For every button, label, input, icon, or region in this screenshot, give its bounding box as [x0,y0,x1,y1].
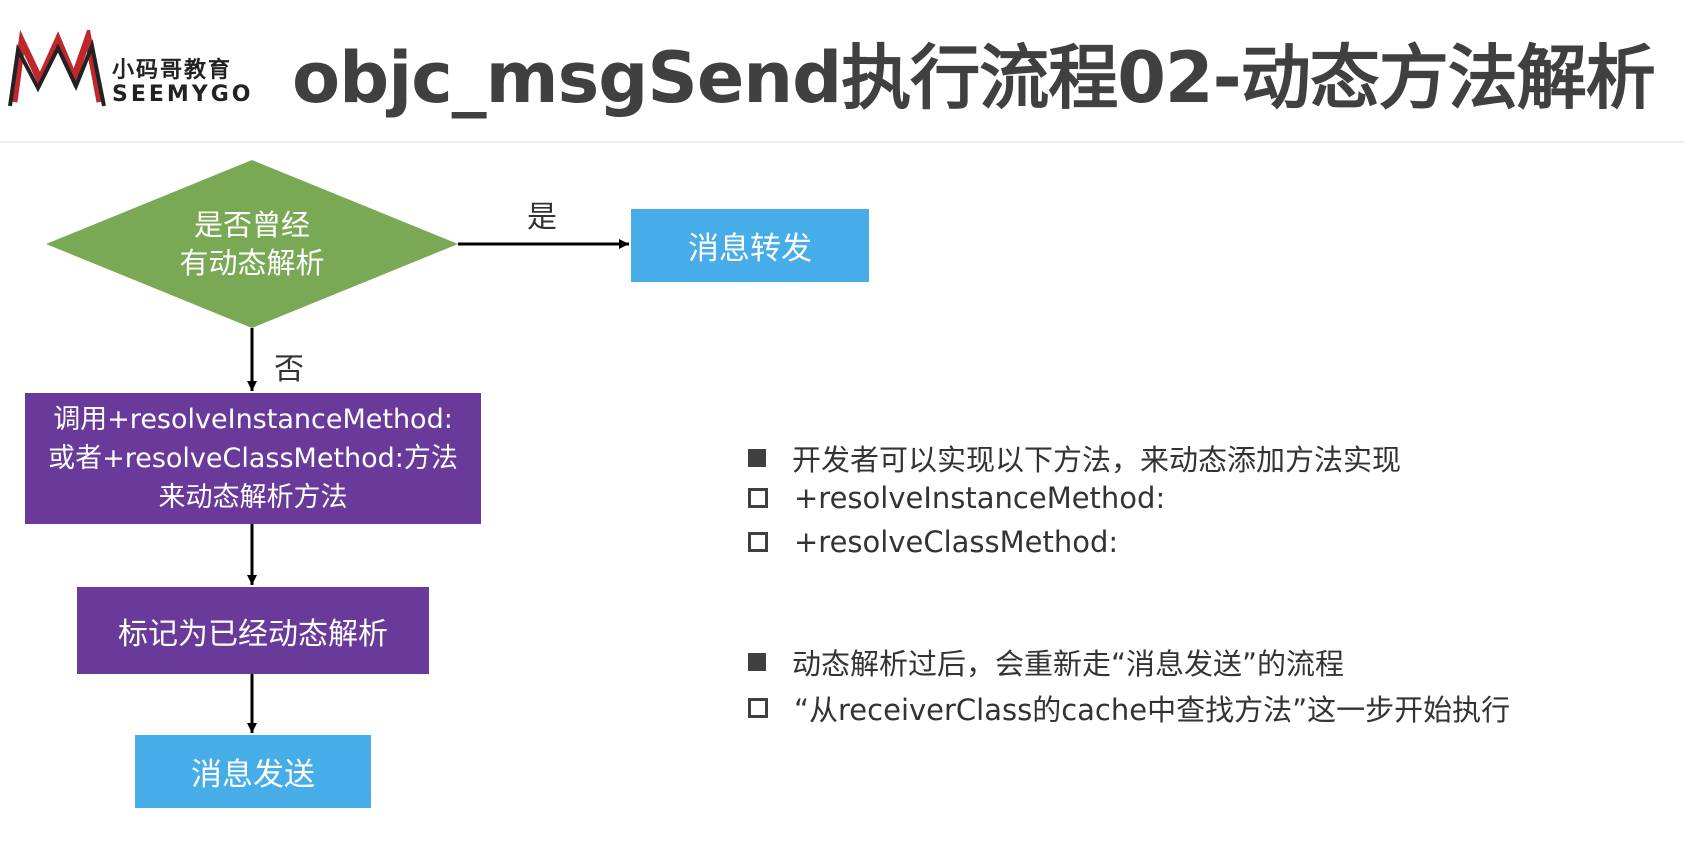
resolve-line-1: 调用+resolveInstanceMethod: [53,404,453,435]
note-1-sub-2-text: +resolveClassMethod: [794,525,1119,559]
resolve-line-3: 来动态解析方法 [158,482,348,513]
hollow-square-bullet-icon [748,532,768,552]
send-text: 消息发送 [135,735,371,808]
yes-label: 是 [527,200,557,235]
note-2-sub-1-text: “从receiverClass的cache中查找方法”这一步开始执行 [794,693,1511,727]
hollow-square-bullet-icon [748,698,768,718]
note-2-main: 动态解析过后，会重新走“消息发送”的流程 [748,641,1344,683]
hollow-square-bullet-icon [748,488,768,508]
decision-line-1: 是否曾经 [193,208,310,242]
send-label: 消息发送 [191,757,315,793]
note-1-main-text: 开发者可以实现以下方法，来动态添加方法实现 [792,443,1402,477]
forward-text: 消息转发 [631,209,869,282]
mark-text: 标记为已经动态解析 [77,587,429,674]
note-2-main-text: 动态解析过后，会重新走“消息发送”的流程 [792,647,1345,681]
note-2-sub-1: “从receiverClass的cache中查找方法”这一步开始执行 [748,687,1510,729]
no-label: 否 [274,352,304,387]
filled-square-bullet-icon [748,449,766,467]
note-1-sub-1: +resolveInstanceMethod: [748,481,1165,515]
note-1-sub-2: +resolveClassMethod: [748,525,1118,559]
resolve-line-2: 或者+resolveClassMethod:方法 [48,443,458,474]
decision-text: 是否曾经 有动态解析 [140,200,364,288]
mark-label: 标记为已经动态解析 [118,616,388,652]
note-1-main: 开发者可以实现以下方法，来动态添加方法实现 [748,437,1401,479]
note-1-sub-1-text: +resolveInstanceMethod: [794,481,1166,515]
decision-line-2: 有动态解析 [179,246,325,280]
resolve-text: 调用+resolveInstanceMethod: 或者+resolveClas… [25,393,481,524]
filled-square-bullet-icon [748,653,766,671]
forward-label: 消息转发 [688,231,812,267]
